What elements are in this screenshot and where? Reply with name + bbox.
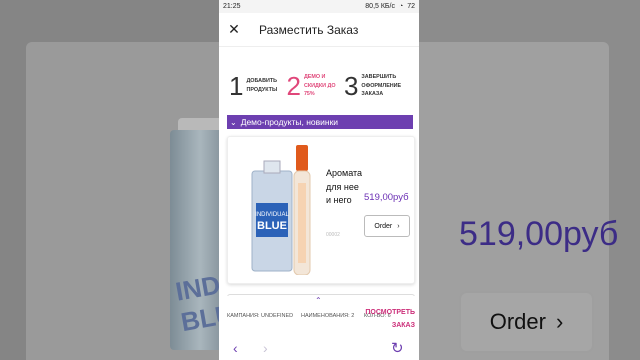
chevron-down-icon: ⌄ — [230, 117, 237, 127]
step-label: ЗАВЕРШИТЬ ОФОРМЛЕНИЕ ЗАКАЗА — [361, 74, 402, 98]
order-summary: ⌃ КАМПАНИЯ: UNDEFINED НАИМЕНОВАНИЯ: 2 КО… — [219, 296, 419, 334]
svg-text:INDIVIDUAL: INDIVIDUAL — [255, 212, 289, 218]
page-title: Разместить Заказ — [259, 22, 359, 37]
forward-arrow-icon[interactable]: › — [263, 340, 268, 356]
chevron-right-icon: › — [555, 309, 564, 334]
step-number: 3 — [343, 71, 359, 101]
back-arrow-icon[interactable]: ‹ — [233, 340, 238, 356]
product-name[interactable]: Аромата для нее и него — [326, 167, 366, 208]
browser-navbar: ‹ › ↻ — [219, 335, 419, 360]
background-price: 519,00руб — [459, 215, 619, 253]
status-bar: 21:25 80,5 КБ/с ◔ 72 — [219, 0, 419, 13]
battery-level: 72 — [407, 3, 415, 10]
step-demo-discounts[interactable]: 2 ДЕМО И СКИДКИ ДО 75% — [286, 73, 339, 99]
step-number: 1 — [229, 71, 244, 101]
close-icon[interactable]: ✕ — [219, 21, 249, 38]
status-time: 21:25 — [223, 3, 241, 10]
product-price: 519,00руб — [364, 192, 409, 203]
view-order-link[interactable]: ПОСМОТРЕТЬ ЗАКАЗ — [365, 306, 415, 332]
background-order-label: Order — [489, 309, 546, 334]
step-label: ДЕМО И СКИДКИ ДО 75% — [303, 74, 336, 98]
step-number: 2 — [286, 71, 301, 101]
svg-text:BLUE: BLUE — [257, 220, 287, 232]
wifi-icon: ◔ — [398, 3, 404, 10]
chevron-up-icon[interactable]: ⌃ — [315, 296, 322, 305]
step-checkout[interactable]: 3 ЗАВЕРШИТЬ ОФОРМЛЕНИЕ ЗАКАЗА — [343, 71, 402, 101]
phone-screen: 21:25 80,5 КБ/с ◔ 72 ✕ Разместить Заказ … — [219, 0, 419, 360]
section-header[interactable]: ⌄ Демо-продукты, новинки — [227, 115, 413, 129]
product-image: INDIVIDUAL BLUE — [251, 145, 311, 275]
items-count: НАИМЕНОВАНИЯ: 2 — [301, 313, 355, 319]
header: ✕ Разместить Заказ — [219, 13, 419, 47]
network-speed: 80,5 КБ/с — [365, 3, 395, 10]
step-add-products[interactable]: 1 ДОБАВИТЬ ПРОДУКТЫ — [229, 73, 282, 99]
product-code: 00002 — [326, 232, 340, 238]
background-order-button: Order › — [459, 291, 594, 353]
background-left: INDIVI BLU — [0, 0, 219, 360]
background-right: 519,00руб Order › — [419, 0, 640, 360]
section-title: Демо-продукты, новинки — [240, 117, 339, 127]
step-label: ДОБАВИТЬ ПРОДУКТЫ — [246, 78, 278, 93]
reload-icon[interactable]: ↻ — [391, 339, 404, 357]
product-card: INDIVIDUAL BLUE Аромата для нее и него 0… — [227, 136, 415, 284]
chevron-right-icon: › — [397, 222, 400, 230]
order-button-label: Order — [374, 222, 393, 230]
steps-indicator: 1 ДОБАВИТЬ ПРОДУКТЫ 2 ДЕМО И СКИДКИ ДО 7… — [219, 47, 419, 107]
campaign-label: КАМПАНИЯ: UNDEFINED — [227, 313, 294, 319]
order-button[interactable]: Order › — [364, 215, 410, 237]
